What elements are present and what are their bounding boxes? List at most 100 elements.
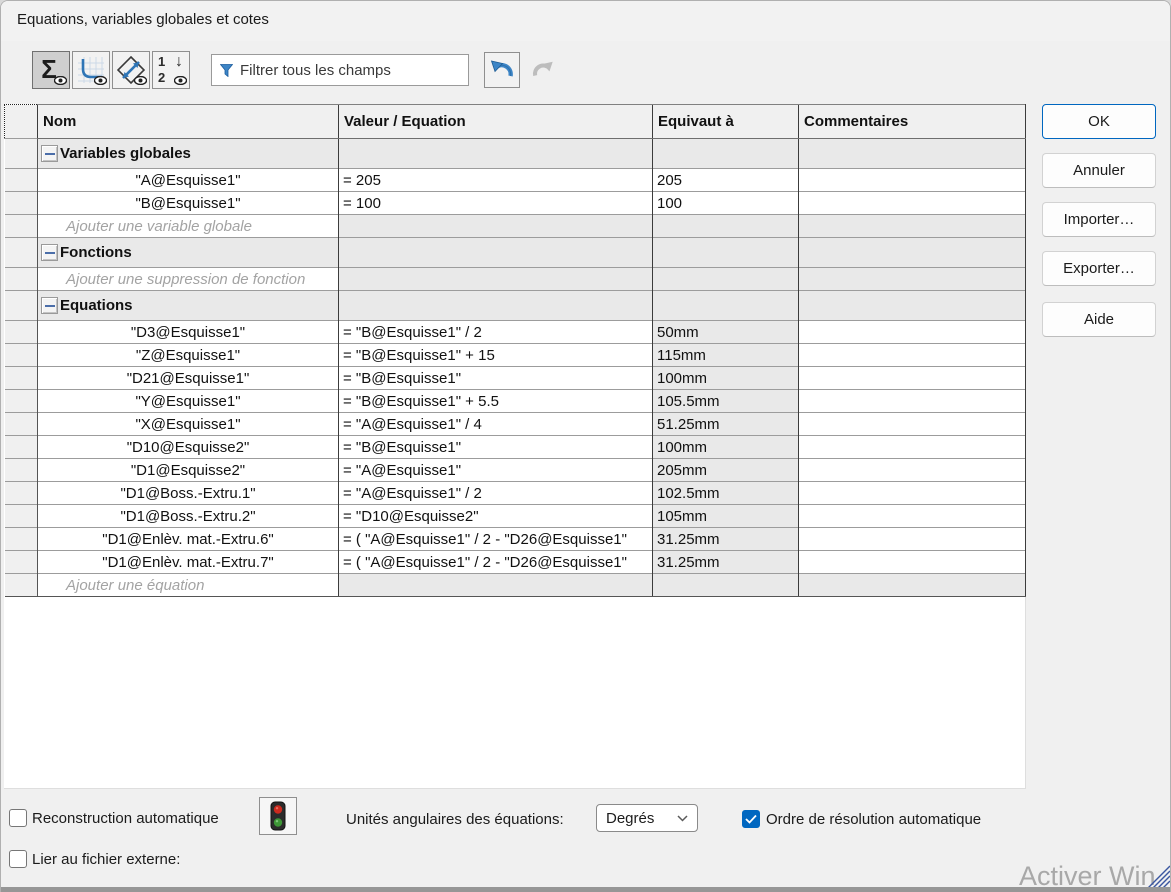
comment-cell[interactable]: [799, 390, 1026, 413]
add-placeholder-cell[interactable]: Ajouter une suppression de fonction: [38, 268, 339, 291]
row-selector[interactable]: [5, 238, 38, 268]
equation-cell[interactable]: [339, 291, 653, 321]
evaluates-to-cell[interactable]: 105.5mm: [653, 390, 799, 413]
equation-cell[interactable]: = "B@Esquisse1" / 2: [339, 321, 653, 344]
row-selector[interactable]: [5, 551, 38, 574]
comment-cell[interactable]: [799, 238, 1026, 268]
evaluates-to-cell[interactable]: 31.25mm: [653, 528, 799, 551]
row-selector[interactable]: [5, 344, 38, 367]
equation-cell[interactable]: [339, 215, 653, 238]
name-cell[interactable]: "B@Esquisse1": [38, 192, 339, 215]
name-cell[interactable]: "D1@Esquisse2": [38, 459, 339, 482]
evaluates-to-cell[interactable]: 50mm: [653, 321, 799, 344]
comment-cell[interactable]: [799, 367, 1026, 390]
name-cell[interactable]: "D10@Esquisse2": [38, 436, 339, 459]
angular-units-select[interactable]: Degrés: [596, 804, 698, 832]
export-button[interactable]: Exporter…: [1042, 251, 1156, 286]
comment-cell[interactable]: [799, 551, 1026, 574]
filter-input[interactable]: [240, 62, 460, 79]
evaluates-to-cell[interactable]: 31.25mm: [653, 551, 799, 574]
comment-cell[interactable]: [799, 344, 1026, 367]
equation-cell[interactable]: = "B@Esquisse1": [339, 436, 653, 459]
dimension-view-button[interactable]: [112, 51, 150, 89]
row-selector[interactable]: [5, 436, 38, 459]
equation-cell[interactable]: = "D10@Esquisse2": [339, 505, 653, 528]
row-selector[interactable]: [5, 268, 38, 291]
help-button[interactable]: Aide: [1042, 302, 1156, 337]
name-cell[interactable]: "Z@Esquisse1": [38, 344, 339, 367]
name-cell[interactable]: "Y@Esquisse1": [38, 390, 339, 413]
evaluates-to-cell[interactable]: 205mm: [653, 459, 799, 482]
evaluates-to-cell[interactable]: [653, 268, 799, 291]
comment-cell[interactable]: [799, 505, 1026, 528]
comment-cell[interactable]: [799, 268, 1026, 291]
equation-cell[interactable]: = ( "A@Esquisse1" / 2 - "D26@Esquisse1": [339, 551, 653, 574]
row-selector[interactable]: [5, 528, 38, 551]
equation-cell[interactable]: [339, 139, 653, 169]
name-cell[interactable]: "D1@Boss.-Extru.2": [38, 505, 339, 528]
section-title-cell[interactable]: Equations: [38, 291, 339, 321]
row-selector[interactable]: [5, 215, 38, 238]
collapse-minus-icon[interactable]: [41, 297, 58, 314]
evaluates-to-cell[interactable]: [653, 574, 799, 597]
undo-button[interactable]: [484, 52, 520, 88]
name-cell[interactable]: "D21@Esquisse1": [38, 367, 339, 390]
comment-cell[interactable]: [799, 192, 1026, 215]
evaluates-to-cell[interactable]: 51.25mm: [653, 413, 799, 436]
auto-order-checkbox[interactable]: [742, 810, 760, 828]
evaluates-to-cell[interactable]: 100mm: [653, 436, 799, 459]
traffic-light-button[interactable]: [259, 797, 297, 835]
column-header-nom[interactable]: Nom: [38, 105, 339, 139]
sketch-equation-view-button[interactable]: [72, 51, 110, 89]
row-selector[interactable]: [5, 459, 38, 482]
row-selector[interactable]: [5, 192, 38, 215]
equation-cell[interactable]: [339, 574, 653, 597]
collapse-minus-icon[interactable]: [41, 244, 58, 261]
comment-cell[interactable]: [799, 528, 1026, 551]
name-cell[interactable]: "D1@Enlèv. mat.-Extru.7": [38, 551, 339, 574]
ordered-view-button[interactable]: 12 ↓: [152, 51, 190, 89]
evaluates-to-cell[interactable]: 100mm: [653, 367, 799, 390]
equation-cell[interactable]: = "B@Esquisse1" + 15: [339, 344, 653, 367]
evaluates-to-cell[interactable]: 205: [653, 169, 799, 192]
row-selector[interactable]: [5, 169, 38, 192]
comment-cell[interactable]: [799, 169, 1026, 192]
add-placeholder-cell[interactable]: Ajouter une variable globale: [38, 215, 339, 238]
name-cell[interactable]: "D1@Enlèv. mat.-Extru.6": [38, 528, 339, 551]
row-selector[interactable]: [5, 321, 38, 344]
equation-cell[interactable]: = "A@Esquisse1" / 2: [339, 482, 653, 505]
ok-button[interactable]: OK: [1042, 104, 1156, 139]
evaluates-to-cell[interactable]: 100: [653, 192, 799, 215]
evaluates-to-cell[interactable]: 115mm: [653, 344, 799, 367]
name-cell[interactable]: "A@Esquisse1": [38, 169, 339, 192]
select-all-cell[interactable]: [5, 105, 38, 139]
equation-cell[interactable]: = "B@Esquisse1" + 5.5: [339, 390, 653, 413]
equation-cell[interactable]: = 100: [339, 192, 653, 215]
row-selector[interactable]: [5, 390, 38, 413]
evaluates-to-cell[interactable]: [653, 215, 799, 238]
row-selector[interactable]: [5, 482, 38, 505]
equation-cell[interactable]: = ( "A@Esquisse1" / 2 - "D26@Esquisse1": [339, 528, 653, 551]
section-title-cell[interactable]: Variables globales: [38, 139, 339, 169]
evaluates-to-cell[interactable]: [653, 238, 799, 268]
row-selector[interactable]: [5, 505, 38, 528]
row-selector[interactable]: [5, 413, 38, 436]
comment-cell[interactable]: [799, 574, 1026, 597]
column-header-commentaires[interactable]: Commentaires: [799, 105, 1026, 139]
comment-cell[interactable]: [799, 413, 1026, 436]
import-button[interactable]: Importer…: [1042, 202, 1156, 237]
evaluates-to-cell[interactable]: 102.5mm: [653, 482, 799, 505]
equation-cell[interactable]: = "B@Esquisse1": [339, 367, 653, 390]
equation-cell[interactable]: [339, 268, 653, 291]
name-cell[interactable]: "D3@Esquisse1": [38, 321, 339, 344]
comment-cell[interactable]: [799, 215, 1026, 238]
comment-cell[interactable]: [799, 459, 1026, 482]
equation-cell[interactable]: [339, 238, 653, 268]
column-header-equivaut-a[interactable]: Equivaut à: [653, 105, 799, 139]
evaluates-to-cell[interactable]: 105mm: [653, 505, 799, 528]
row-selector[interactable]: [5, 367, 38, 390]
cancel-button[interactable]: Annuler: [1042, 153, 1156, 188]
evaluates-to-cell[interactable]: [653, 139, 799, 169]
equation-cell[interactable]: = "A@Esquisse1" / 4: [339, 413, 653, 436]
equation-cell[interactable]: = 205: [339, 169, 653, 192]
